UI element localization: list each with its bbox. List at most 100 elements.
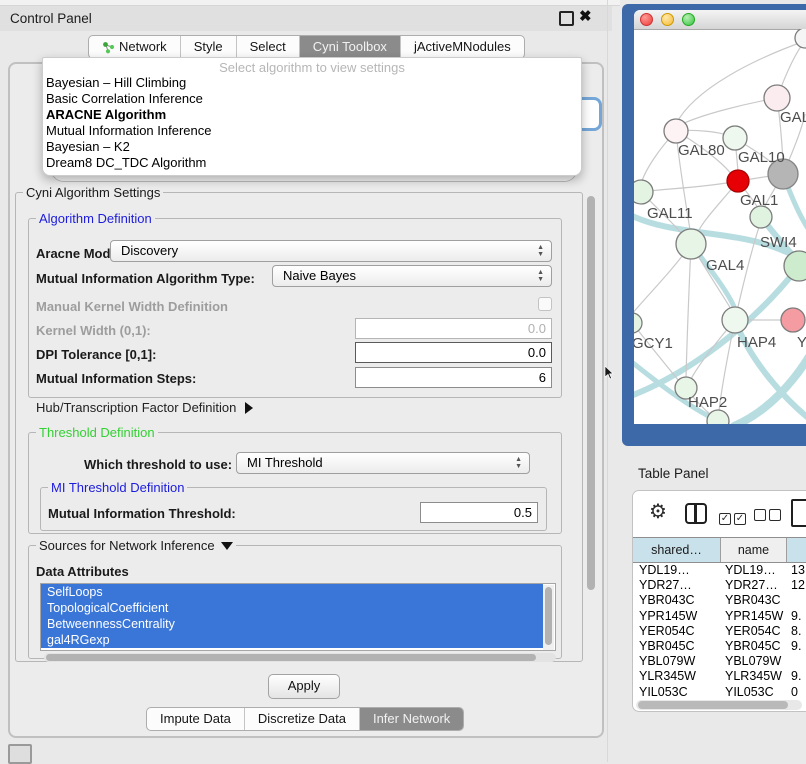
- zoom-traffic-light-icon[interactable]: [682, 13, 695, 26]
- table-panel: ⚙ ✓✓ shared… name YDL19… YDL19… 13 YDR27…: [632, 490, 806, 712]
- table-row[interactable]: YDR27… YDR27… 12: [633, 578, 806, 593]
- panel-divider: [607, 0, 608, 762]
- table-toolbar: ⚙ ✓✓: [633, 491, 806, 537]
- scrollbar-thumb[interactable]: [638, 701, 788, 709]
- dropdown-item[interactable]: Mutual Information Inference: [43, 123, 581, 139]
- table-row[interactable]: YIL053C YIL053C 0: [633, 685, 806, 700]
- deselect-all-checkboxes-icon[interactable]: [754, 508, 784, 526]
- sources-legend[interactable]: Sources for Network Inference: [36, 538, 236, 553]
- gear-icon[interactable]: ⚙: [649, 499, 667, 524]
- mi-threshold-field[interactable]: 0.5: [420, 502, 538, 523]
- network-node[interactable]: [634, 313, 642, 333]
- network-node[interactable]: [750, 206, 772, 228]
- data-attributes-list: SelfLoopsTopologicalCoefficientBetweenne…: [40, 583, 556, 651]
- network-window-titlebar[interactable]: [634, 10, 806, 30]
- dpi-tolerance-field[interactable]: 0.0: [355, 342, 552, 363]
- table-row[interactable]: YDL19… YDL19… 13: [633, 563, 806, 578]
- node-label: GCY1: [634, 335, 673, 352]
- tab-discretize-data[interactable]: Discretize Data: [244, 708, 359, 730]
- network-node[interactable]: [664, 119, 688, 143]
- dropdown-item[interactable]: ARACNE Algorithm: [43, 107, 581, 123]
- node-label: HAP4: [737, 334, 776, 351]
- node-label: GAL: [780, 109, 806, 126]
- data-attributes-label: Data Attributes: [36, 564, 129, 579]
- node-label: HAP2: [688, 394, 727, 411]
- table-body: YDL19… YDL19… 13 YDR27… YDR27… 12 YBR043…: [633, 563, 806, 701]
- apply-button[interactable]: Apply: [268, 674, 340, 699]
- document-icon[interactable]: [791, 499, 806, 527]
- control-panel-tabs: Network Style Select Cyni Toolbox jActiv…: [88, 35, 525, 59]
- list-item[interactable]: TopologicalCoefficient: [41, 600, 543, 616]
- settings-scrollbar[interactable]: [586, 194, 596, 656]
- table-horizontal-scrollbar[interactable]: [636, 700, 802, 710]
- network-node[interactable]: [676, 229, 706, 259]
- table-row[interactable]: YBR043C YBR043C: [633, 593, 806, 608]
- network-node[interactable]: [634, 180, 653, 204]
- table-row[interactable]: YBR045C YBR045C 9.: [633, 639, 806, 654]
- list-item[interactable]: gal4RGexp: [41, 632, 543, 648]
- minimize-traffic-light-icon[interactable]: [661, 13, 674, 26]
- select-all-checkboxes-icon[interactable]: ✓✓: [719, 508, 749, 526]
- tab-impute-data[interactable]: Impute Data: [147, 708, 244, 730]
- mi-type-label: Mutual Information Algorithm Type:: [36, 271, 255, 286]
- tab-jactivemnodules[interactable]: jActiveMNodules: [400, 36, 524, 58]
- dropdown-item[interactable]: Basic Correlation Inference: [43, 91, 581, 107]
- aracne-mode-select[interactable]: Discovery ▲▼: [110, 240, 552, 262]
- table-row[interactable]: YLR345W YLR345W 9.: [633, 669, 806, 684]
- manual-kernel-checkbox[interactable]: [538, 297, 552, 311]
- mi-type-select[interactable]: Naive Bayes ▲▼: [272, 265, 552, 287]
- network-icon: [102, 41, 115, 54]
- network-node[interactable]: [723, 126, 747, 150]
- table-row[interactable]: YBL079W YBL079W: [633, 654, 806, 669]
- scrollbar-thumb[interactable]: [587, 196, 595, 590]
- threshold-definition-legend: Threshold Definition: [36, 425, 158, 440]
- mi-threshold-label: Mutual Information Threshold:: [48, 506, 236, 521]
- table-panel-title: Table Panel: [638, 466, 709, 481]
- mouse-cursor: [605, 366, 615, 380]
- close-icon[interactable]: ✖: [579, 7, 592, 25]
- network-node[interactable]: [781, 308, 805, 332]
- which-threshold-label: Which threshold to use:: [84, 457, 232, 472]
- network-node[interactable]: [722, 307, 748, 333]
- network-node[interactable]: [707, 410, 729, 424]
- close-traffic-light-icon[interactable]: [640, 13, 653, 26]
- column-header-partial[interactable]: [787, 538, 806, 562]
- table-row[interactable]: YPR145W YPR145W 9.: [633, 609, 806, 624]
- list-item[interactable]: BetweennessCentrality: [41, 616, 543, 632]
- which-threshold-select[interactable]: MI Threshold ▲▼: [236, 452, 530, 474]
- dropdown-item[interactable]: Dream8 DC_TDC Algorithm: [43, 155, 581, 171]
- kernel-width-label: Kernel Width (0,1):: [36, 323, 151, 338]
- dropdown-item[interactable]: Bayesian – Hill Climbing: [43, 75, 581, 91]
- tab-network[interactable]: Network: [89, 36, 180, 58]
- tab-style[interactable]: Style: [180, 36, 236, 58]
- table-row[interactable]: YER054C YER054C 8.: [633, 624, 806, 639]
- expand-arrow-icon: [245, 402, 253, 414]
- split-columns-icon[interactable]: [685, 503, 707, 524]
- settings-legend: Cyni Algorithm Settings: [23, 185, 163, 200]
- node-label: Y: [797, 334, 806, 351]
- node-label: GAL11: [647, 205, 693, 222]
- tab-cyni-toolbox[interactable]: Cyni Toolbox: [299, 36, 400, 58]
- kernel-width-field[interactable]: 0.0: [355, 318, 552, 339]
- network-node[interactable]: [764, 85, 790, 111]
- list-scrollbar[interactable]: [543, 585, 554, 651]
- hub-definition-toggle[interactable]: Hub/Transcription Factor Definition: [36, 400, 253, 415]
- dropdown-item[interactable]: Bayesian – K2: [43, 139, 581, 155]
- dropdown-hint: Select algorithm to view settings: [43, 60, 581, 75]
- tab-select[interactable]: Select: [236, 36, 299, 58]
- network-canvas[interactable]: GALGAL80GAL10GAL1GAL11SWI4GAL4GCY1HAP4YH…: [634, 29, 806, 424]
- network-node[interactable]: [795, 29, 806, 48]
- node-label: GAL80: [678, 142, 725, 159]
- minimized-panel-icon[interactable]: [8, 744, 32, 764]
- column-header-name[interactable]: name: [721, 538, 787, 562]
- stepper-icon: ▲▼: [537, 244, 544, 258]
- collapse-arrow-icon: [221, 542, 233, 550]
- list-item[interactable]: SelfLoops: [41, 584, 543, 600]
- tab-infer-network[interactable]: Infer Network: [359, 708, 463, 730]
- sources-horizontal-scrollbar[interactable]: [44, 653, 556, 662]
- algorithm-definition-legend: Algorithm Definition: [36, 211, 155, 226]
- column-header-shared-name[interactable]: shared…: [633, 538, 721, 562]
- mi-steps-field[interactable]: 6: [355, 367, 552, 388]
- float-panel-icon[interactable]: [559, 11, 574, 26]
- network-node[interactable]: [727, 170, 749, 192]
